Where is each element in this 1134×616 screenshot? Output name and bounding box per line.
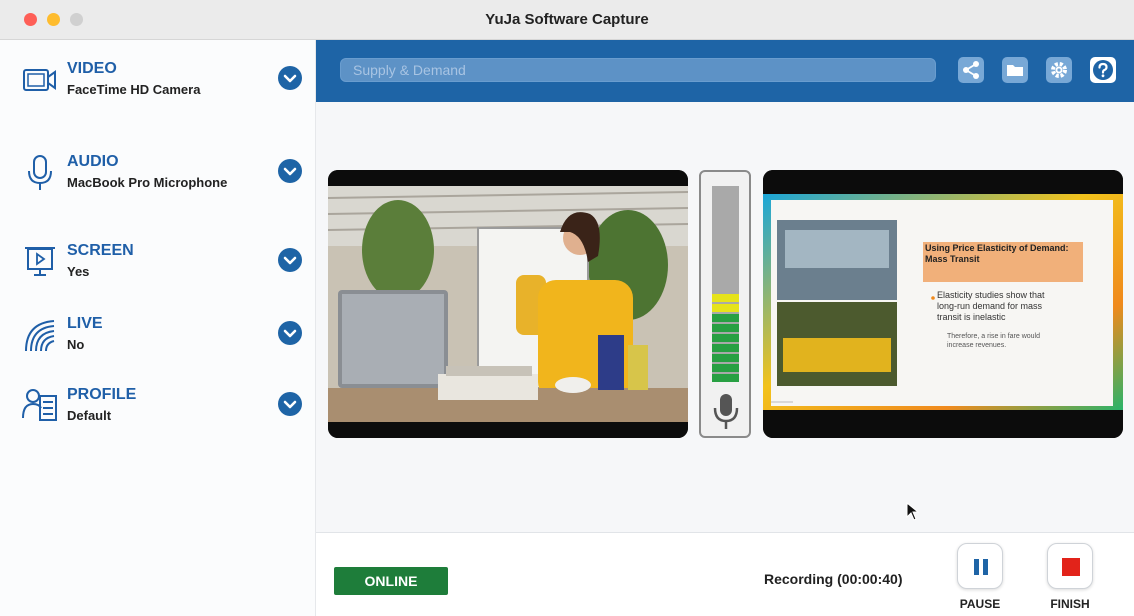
- source-audio-value: MacBook Pro Microphone: [67, 175, 228, 190]
- recording-timer: Recording (00:00:40): [764, 571, 903, 587]
- app-window: YuJa Software Capture VIDEO FaceTime HD …: [0, 0, 1134, 616]
- microphone-icon: [28, 155, 52, 190]
- source-live-value: No: [67, 337, 85, 352]
- audio-meter-segment: [712, 324, 739, 332]
- main-panel: Using Price Elasticity of Demand: Mass T…: [316, 40, 1134, 616]
- chevron-down-icon[interactable]: [278, 66, 302, 90]
- help-icon[interactable]: [1090, 57, 1116, 83]
- live-stream-icon: [25, 320, 55, 352]
- camera-preview: [328, 170, 688, 438]
- source-profile[interactable]: PROFILE Default: [0, 386, 316, 446]
- title-bar: YuJa Software Capture: [0, 0, 1134, 40]
- camera-preview-image: [328, 170, 688, 438]
- source-profile-label: PROFILE: [67, 386, 137, 403]
- window-title: YuJa Software Capture: [485, 11, 649, 28]
- finish-label: FINISH: [1050, 597, 1090, 611]
- audio-meter-segment: [712, 274, 739, 282]
- source-live-label: LIVE: [67, 315, 103, 332]
- audio-meter-segment: [712, 364, 739, 372]
- audio-meter-segment: [712, 374, 739, 382]
- source-screen[interactable]: SCREEN Yes: [0, 242, 316, 302]
- profile-icon: [22, 389, 57, 421]
- source-sidebar: VIDEO FaceTime HD Camera AUDIO MacBook P…: [0, 40, 316, 616]
- source-profile-value: Default: [67, 408, 112, 423]
- audio-meter-segment: [712, 314, 739, 322]
- slide-heading: Using Price Elasticity of Demand: Mass T…: [925, 243, 1069, 264]
- audio-meter-segment: [712, 304, 739, 312]
- recording-title-input[interactable]: [340, 58, 936, 82]
- folder-icon[interactable]: [1002, 57, 1028, 83]
- chevron-down-icon[interactable]: [278, 248, 302, 272]
- screen-presentation-icon: [25, 247, 55, 276]
- source-audio-label: AUDIO: [67, 153, 119, 170]
- source-screen-label: SCREEN: [67, 242, 134, 259]
- audio-meter-segment: [712, 344, 739, 352]
- source-video-label: VIDEO: [67, 60, 117, 77]
- audio-level-meter: [699, 170, 751, 438]
- stop-icon: [1062, 558, 1080, 576]
- screen-preview: Using Price Elasticity of Demand: Mass T…: [763, 170, 1123, 438]
- audio-meter-segment: [712, 334, 739, 342]
- source-video-value: FaceTime HD Camera: [67, 82, 201, 97]
- video-camera-icon: [23, 69, 56, 91]
- chevron-down-icon[interactable]: [278, 392, 302, 416]
- finish-button[interactable]: [1047, 543, 1093, 589]
- pause-label: PAUSE: [959, 597, 1001, 611]
- audio-meter-segment: [712, 354, 739, 362]
- audio-meter-segment: [712, 264, 739, 272]
- slide-bullet: Elasticity studies show that long-run de…: [937, 290, 1045, 322]
- microphone-icon: [713, 394, 739, 429]
- chevron-down-icon[interactable]: [278, 321, 302, 345]
- top-toolbar: [316, 40, 1134, 102]
- pause-button[interactable]: [957, 543, 1003, 589]
- source-video[interactable]: VIDEO FaceTime HD Camera: [0, 60, 316, 120]
- source-live[interactable]: LIVE No: [0, 315, 316, 375]
- connection-status-badge: ONLINE: [334, 567, 448, 595]
- source-screen-value: Yes: [67, 264, 90, 279]
- chevron-down-icon[interactable]: [278, 159, 302, 183]
- source-audio[interactable]: AUDIO MacBook Pro Microphone: [0, 153, 316, 213]
- status-bar: ONLINE Recording (00:00:40) PAUSE FINISH: [316, 532, 1134, 616]
- audio-meter-segment: [712, 284, 739, 292]
- slide-sub-bullet: Therefore, a rise in fare would increase…: [947, 333, 1040, 349]
- settings-icon[interactable]: [1046, 57, 1072, 83]
- share-icon[interactable]: [958, 57, 984, 83]
- audio-meter-segment: [712, 294, 739, 302]
- mouse-cursor-icon: [906, 502, 920, 521]
- pause-icon: [974, 559, 988, 575]
